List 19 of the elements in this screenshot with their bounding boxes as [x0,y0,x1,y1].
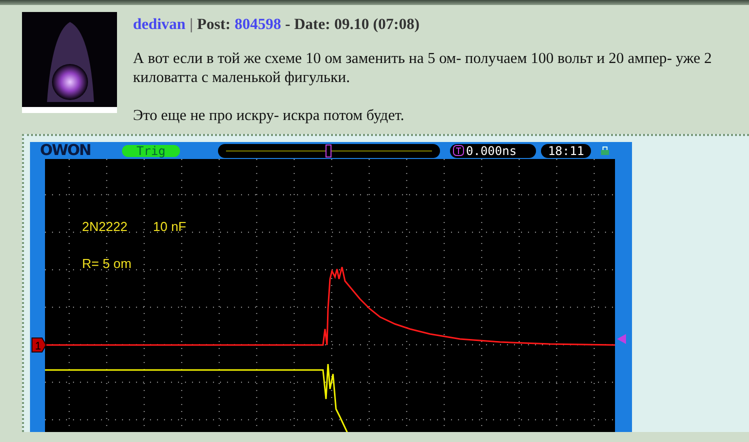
scope-annotation: 2N2222 [82,219,128,234]
post-number-link[interactable]: 804598 [234,13,282,36]
scope-annotation: R= 5 om [82,256,132,272]
channel-marker [32,338,47,353]
post-paragraph: А вот если в той же схеме 10 ом заменить на 5 ом- получаем 100 вольт и 20 ампер- уже 2 киловатта с маленькой фигульки. [133,49,713,88]
post-paragraph: Это еще не про искру- искра потом будет. [133,106,406,126]
post-label: Post: [196,15,231,35]
trigger-icon [453,145,464,156]
scope-logo: OWON [40,143,92,158]
channel-number: 1 [34,340,42,353]
author-link[interactable]: dedivan [133,13,186,36]
date-label: - Date: [285,15,330,35]
post-date: 09.10 (07:08) [334,15,420,35]
clock-display: 18:11 [541,144,591,158]
scope-annotation: 10 nF [153,219,186,234]
trigger-status: Trig [122,144,180,157]
separator: | [190,15,193,35]
trigger-level-marker [617,334,626,344]
time-offset: 0.000ns [466,144,517,157]
